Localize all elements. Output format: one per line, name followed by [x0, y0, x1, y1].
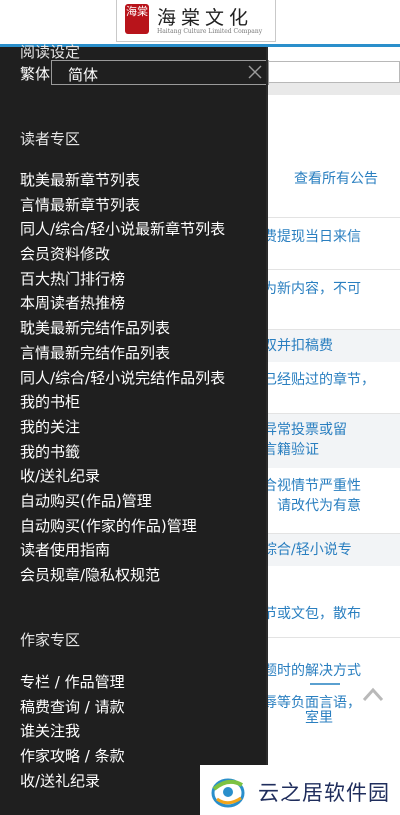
watermark-text: 云之居软件园 [258, 781, 390, 805]
menu-item-my-bookshelf[interactable]: 我的书柜 [20, 390, 225, 415]
watermark-logo-icon [211, 778, 245, 808]
author-menu-list: 专栏 / 作品管理 稿费查询 / 请款 谁关注我 作家攻略 / 条款 收/送礼纪… [20, 670, 125, 793]
logo-title: 海棠文化 [157, 7, 254, 29]
notice-item[interactable]: 节或文包，散布 [263, 598, 400, 630]
notice-item[interactable]: 已经贴过的章节， [263, 364, 400, 396]
menu-item-top100[interactable]: 百大热门排行榜 [20, 267, 225, 292]
notice-item[interactable]: 室里 [305, 702, 365, 734]
site-logo[interactable]: 海棠 海棠文化 Haitang Culture Limited Company [116, 0, 276, 42]
notice-item[interactable]: 费提现当日来信 [263, 221, 400, 253]
menu-item-fanfic-latest-chapters[interactable]: 同人/综合/轻小说最新章节列表 [20, 217, 225, 242]
divider [263, 217, 400, 218]
menu-item-column-management[interactable]: 专栏 / 作品管理 [20, 670, 125, 695]
reader-section-title: 读者专区 [20, 130, 81, 148]
traditional-option[interactable]: 繁体 [20, 63, 50, 84]
top-header: 海棠 海棠文化 Haitang Culture Limited Company [0, 0, 400, 47]
menu-item-who-follows-me[interactable]: 谁关注我 [20, 719, 125, 744]
menu-item-bl-latest-chapters[interactable]: 耽美最新章节列表 [20, 168, 225, 193]
menu-item-edit-profile[interactable]: 会员资料修改 [20, 242, 225, 267]
decorative-line [310, 683, 340, 685]
selected-variant: 简体 [68, 66, 99, 84]
drawer-edge [266, 47, 268, 815]
logo-subtitle: Haitang Culture Limited Company [157, 28, 263, 35]
menu-item-author-guide[interactable]: 作家攻略 / 条款 [20, 744, 125, 769]
menu-item-gift-records[interactable]: 收/送礼纪录 [20, 464, 225, 489]
menu-item-my-bookmarks[interactable]: 我的书籤 [20, 440, 225, 465]
menu-item-romance-completed[interactable]: 言情最新完结作品列表 [20, 341, 225, 366]
menu-item-my-follows[interactable]: 我的关注 [20, 415, 225, 440]
close-icon[interactable] [248, 65, 262, 79]
side-drawer-menu: 阅读设定 繁体 简体 读者专区 耽美最新章节列表 言情最新章节列表 同人/综合/… [0, 43, 269, 815]
notice-item[interactable]: 综合/轻小说专 [263, 534, 400, 566]
menu-item-bl-completed[interactable]: 耽美最新完结作品列表 [20, 316, 225, 341]
menu-item-romance-latest-chapters[interactable]: 言情最新章节列表 [20, 193, 225, 218]
menu-item-author-gift-records[interactable]: 收/送礼纪录 [20, 769, 125, 794]
search-input[interactable] [268, 61, 400, 83]
reading-settings-label: 阅读设定 [20, 43, 81, 61]
divider [263, 269, 400, 270]
author-section-title: 作家专区 [20, 631, 81, 649]
menu-item-auto-buy-works[interactable]: 自动购买(作品)管理 [20, 489, 225, 514]
menu-item-fanfic-completed[interactable]: 同人/综合/轻小说完结作品列表 [20, 366, 225, 391]
menu-item-reader-guide[interactable]: 读者使用指南 [20, 538, 225, 563]
menu-item-royalty-query[interactable]: 稿费查询 / 请款 [20, 695, 125, 720]
notice-item[interactable]: 异常投票或留 言籍验证 [263, 414, 400, 468]
logo-seal-icon: 海棠 [125, 4, 149, 34]
all-notices-link[interactable]: 查看所有公告 [294, 168, 378, 188]
script-variant-select[interactable]: 简体 [51, 60, 269, 85]
divider [263, 637, 400, 638]
notice-item[interactable]: 为新内容，不可 [263, 273, 400, 305]
notice-item[interactable]: 双并扣稿费 [263, 330, 400, 362]
menu-item-auto-buy-authors[interactable]: 自动购买(作家的作品)管理 [20, 514, 225, 539]
content-divider [268, 83, 400, 95]
menu-item-rules-privacy[interactable]: 会员规章/隐私权规范 [20, 563, 225, 588]
back-to-top-icon[interactable] [362, 684, 384, 706]
menu-item-weekly-recommend[interactable]: 本周读者热推榜 [20, 291, 225, 316]
notice-item[interactable]: 合视情节严重性 请改代为有意 [263, 470, 400, 524]
watermark: 云之居软件园 [200, 765, 400, 815]
reader-menu-list: 耽美最新章节列表 言情最新章节列表 同人/综合/轻小说最新章节列表 会员资料修改… [20, 168, 225, 588]
